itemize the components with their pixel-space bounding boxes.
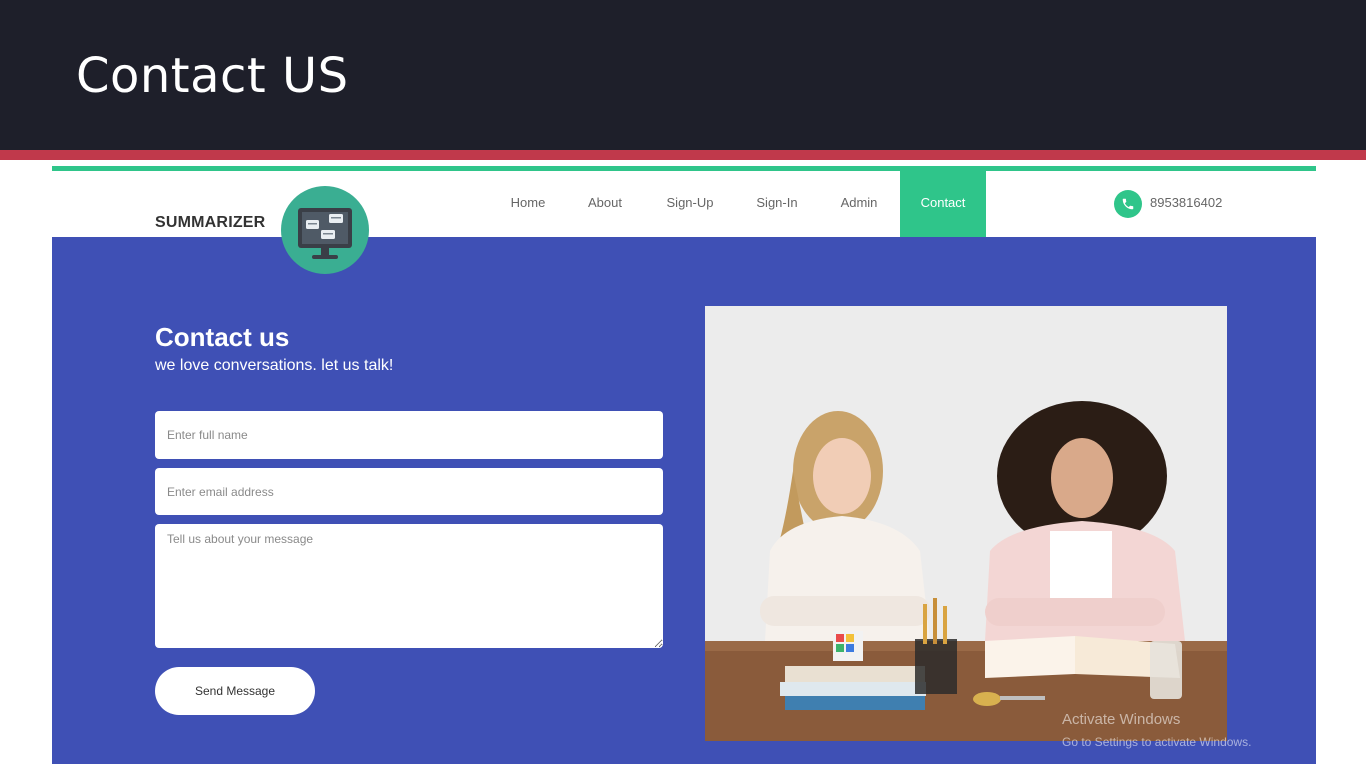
slide-header: Contact US	[0, 0, 1366, 150]
nav-admin[interactable]: Admin	[830, 171, 888, 237]
nav-contact[interactable]: Contact	[900, 171, 986, 237]
contact-photo	[705, 306, 1227, 741]
nav-sign-up[interactable]: Sign-Up	[656, 171, 724, 237]
message-textarea[interactable]	[155, 524, 663, 648]
activate-windows-hint: Go to Settings to activate Windows.	[1062, 735, 1252, 749]
nav-home[interactable]: Home	[500, 171, 556, 237]
contact-form-subtitle: we love conversations. let us talk!	[155, 357, 394, 374]
slide-title: Contact US	[76, 48, 349, 104]
contact-form-title: Contact us	[155, 322, 290, 352]
activate-windows-watermark: Activate Windows	[1062, 711, 1181, 728]
send-message-button[interactable]: Send Message	[155, 667, 315, 715]
nav-about[interactable]: About	[578, 171, 632, 237]
email-input[interactable]	[155, 468, 663, 515]
site-brand[interactable]: SUMMARIZER	[155, 214, 265, 232]
site-navbar: SUMMARIZER Home About Sign-Up Sign-In Ad…	[52, 171, 1316, 237]
full-name-input[interactable]	[155, 411, 663, 459]
phone-icon	[1114, 190, 1142, 218]
accent-bar	[0, 150, 1366, 160]
phone-number[interactable]: 8953816402	[1150, 195, 1222, 210]
website-screenshot: SUMMARIZER Home About Sign-Up Sign-In Ad…	[52, 166, 1316, 764]
nav-sign-in[interactable]: Sign-In	[746, 171, 808, 237]
monitor-chat-logo-icon[interactable]	[281, 186, 369, 274]
